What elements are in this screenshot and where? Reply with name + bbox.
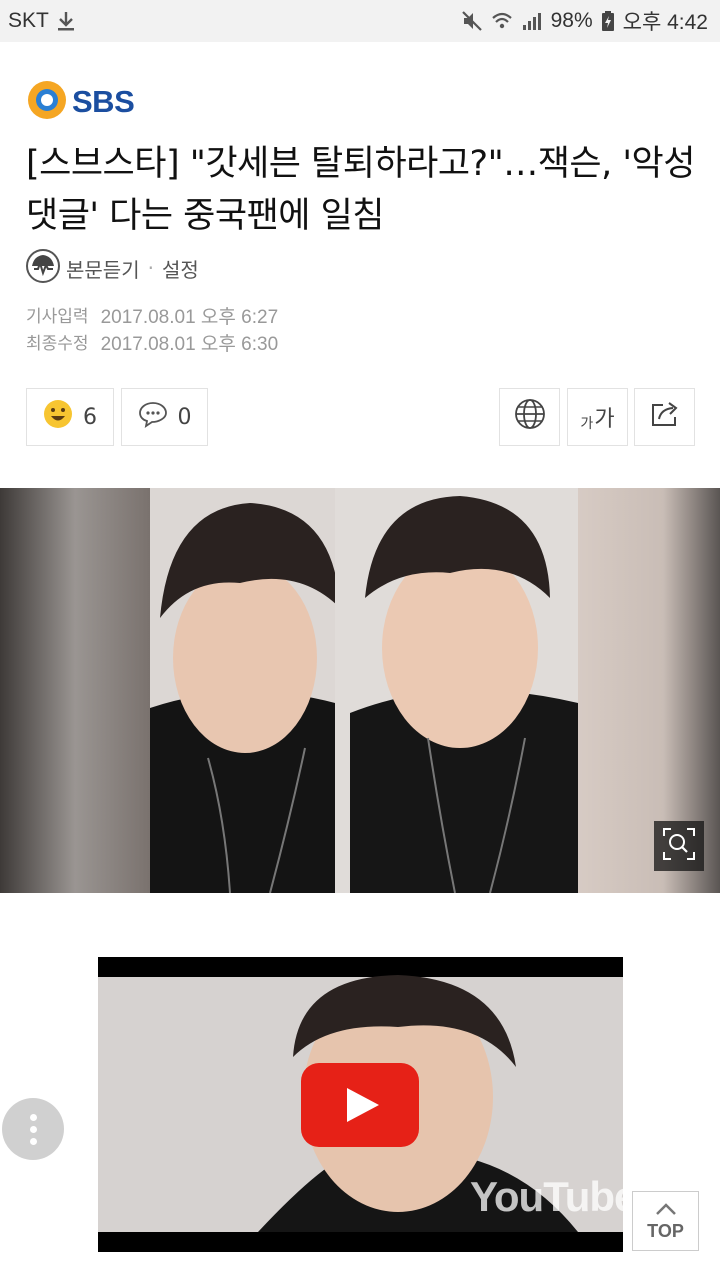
wifi-icon (491, 10, 513, 32)
top-label: TOP (647, 1221, 684, 1241)
status-right: 98% 오후 4:42 (461, 6, 708, 36)
play-icon (301, 1063, 419, 1147)
more-dot-icon (29, 1137, 37, 1145)
modified-label: 최종수정 (26, 334, 89, 354)
reaction-button[interactable]: 6 (26, 388, 114, 446)
settings-link[interactable]: 설정 (162, 254, 199, 283)
more-options-button[interactable] (2, 1098, 64, 1160)
smile-emoji-icon (43, 399, 73, 435)
article-photo[interactable] (0, 488, 720, 893)
listen-button[interactable]: 본문듣기 (66, 254, 140, 283)
font-size-icon: 가 가 (580, 401, 614, 433)
photo-illustration (0, 488, 720, 893)
publisher-logo[interactable]: SBS (26, 79, 135, 125)
more-dot-icon (29, 1125, 37, 1133)
font-size-button[interactable]: 가 가 (567, 388, 628, 446)
translate-button[interactable] (499, 388, 560, 446)
zoom-search-icon (662, 827, 696, 865)
share-icon (649, 399, 681, 435)
share-button[interactable] (634, 388, 695, 446)
listen-row: 본문듣기 · 설정 (26, 248, 199, 288)
modified-value: 2017.08.01 오후 6:30 (100, 334, 279, 355)
modified-date-row: 최종수정 2017.08.01 오후 6:30 (26, 331, 278, 358)
download-icon (57, 10, 75, 32)
embedded-video[interactable]: YouTube (98, 957, 623, 1252)
more-dot-icon (29, 1113, 37, 1121)
zoom-button[interactable] (654, 821, 704, 871)
carrier-label: SKT (8, 9, 49, 32)
published-date-row: 기사입력 2017.08.01 오후 6:27 (26, 304, 278, 331)
reaction-count: 6 (83, 404, 97, 430)
sbs-logo-icon (26, 79, 68, 125)
youtube-play-button[interactable] (301, 1063, 419, 1147)
article-headline: [스브스타] "갓세븐 탈퇴하라고?"…잭슨, '악성 댓글' 다는 중국팬에 … (26, 144, 695, 236)
battery-percent: 98% (550, 9, 593, 32)
listen-icon[interactable] (26, 248, 60, 288)
clock: 오후 4:42 (622, 11, 708, 34)
chevron-up-icon (654, 1200, 678, 1221)
mute-icon (461, 10, 483, 32)
font-small-glyph: 가 (580, 416, 594, 432)
published-label: 기사입력 (26, 307, 89, 327)
article-dates: 기사입력 2017.08.01 오후 6:27 최종수정 2017.08.01 … (26, 304, 278, 358)
battery-icon (601, 10, 615, 32)
comment-count: 0 (177, 404, 192, 430)
status-left: SKT (8, 9, 75, 33)
signal-icon (521, 10, 543, 32)
youtube-watermark: YouTube (470, 1173, 623, 1220)
font-large-glyph: 가 (594, 407, 615, 432)
globe-icon (514, 398, 546, 436)
separator-dot: · (147, 256, 154, 280)
comment-button[interactable]: 0 (121, 388, 208, 446)
published-value: 2017.08.01 오후 6:27 (100, 307, 279, 328)
comment-icon (138, 400, 168, 434)
publisher-logo-text: SBS (72, 84, 135, 119)
scroll-top-button[interactable]: TOP (632, 1191, 699, 1251)
status-bar: SKT 98% 오후 4:42 (0, 0, 720, 42)
